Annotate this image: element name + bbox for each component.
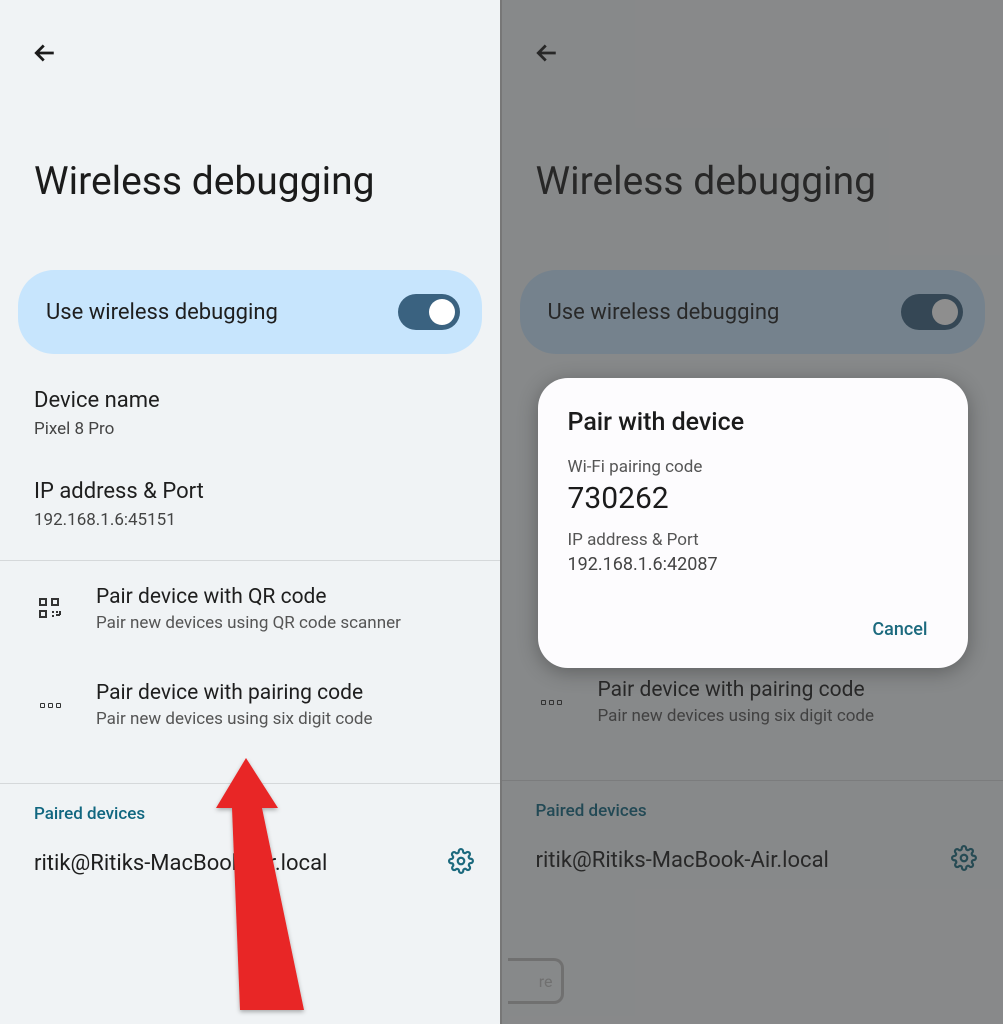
pairing-code-value: 730262 [568,481,938,516]
pair-qr-subtitle: Pair new devices using QR code scanner [96,613,401,633]
ip-port-value: 192.168.1.6:45151 [34,510,466,530]
dialog-ip-value: 192.168.1.6:42087 [568,554,938,575]
screen-right: Wireless debugging Use wireless debuggin… [502,0,1003,1024]
back-arrow-icon [30,38,60,68]
pairing-code-label: Wi-Fi pairing code [568,457,938,477]
switch-knob [429,299,455,325]
dialog-title: Pair with device [568,408,938,437]
pair-dialog: Pair with device Wi-Fi pairing code 7302… [538,378,968,668]
paired-device-row[interactable]: ritik@Ritiks-MacBook-Air.local [0,834,500,892]
device-name-block: Device name Pixel 8 Pro [0,388,500,439]
dialog-ip-label: IP address & Port [568,530,938,550]
toggle-switch[interactable] [398,294,460,330]
pair-code-row[interactable]: Pair device with pairing code Pair new d… [0,657,500,753]
device-name-label: Device name [34,388,466,413]
pair-code-subtitle: Pair new devices using six digit code [96,709,373,729]
device-settings-button[interactable] [448,848,474,878]
wireless-debugging-toggle-card[interactable]: Use wireless debugging [18,270,482,354]
cancel-button[interactable]: Cancel [862,613,937,646]
paired-devices-header: Paired devices [0,784,500,834]
ip-port-label: IP address & Port [34,479,466,504]
ip-port-block: IP address & Port 192.168.1.6:45151 [0,479,500,530]
screen-left: Wireless debugging Use wireless debuggin… [0,0,502,1024]
gear-icon [448,848,474,874]
pair-code-title: Pair device with pairing code [96,681,373,705]
back-button[interactable] [30,38,60,72]
paired-device-name: ritik@Ritiks-MacBook-Air.local [34,851,327,876]
pair-qr-row[interactable]: Pair device with QR code Pair new device… [0,561,500,657]
page-title: Wireless debugging [0,0,500,204]
pairing-code-icon [30,703,70,708]
device-name-value: Pixel 8 Pro [34,419,466,439]
qr-code-icon [30,597,70,621]
pair-qr-title: Pair device with QR code [96,585,401,609]
toggle-label: Use wireless debugging [46,300,278,325]
